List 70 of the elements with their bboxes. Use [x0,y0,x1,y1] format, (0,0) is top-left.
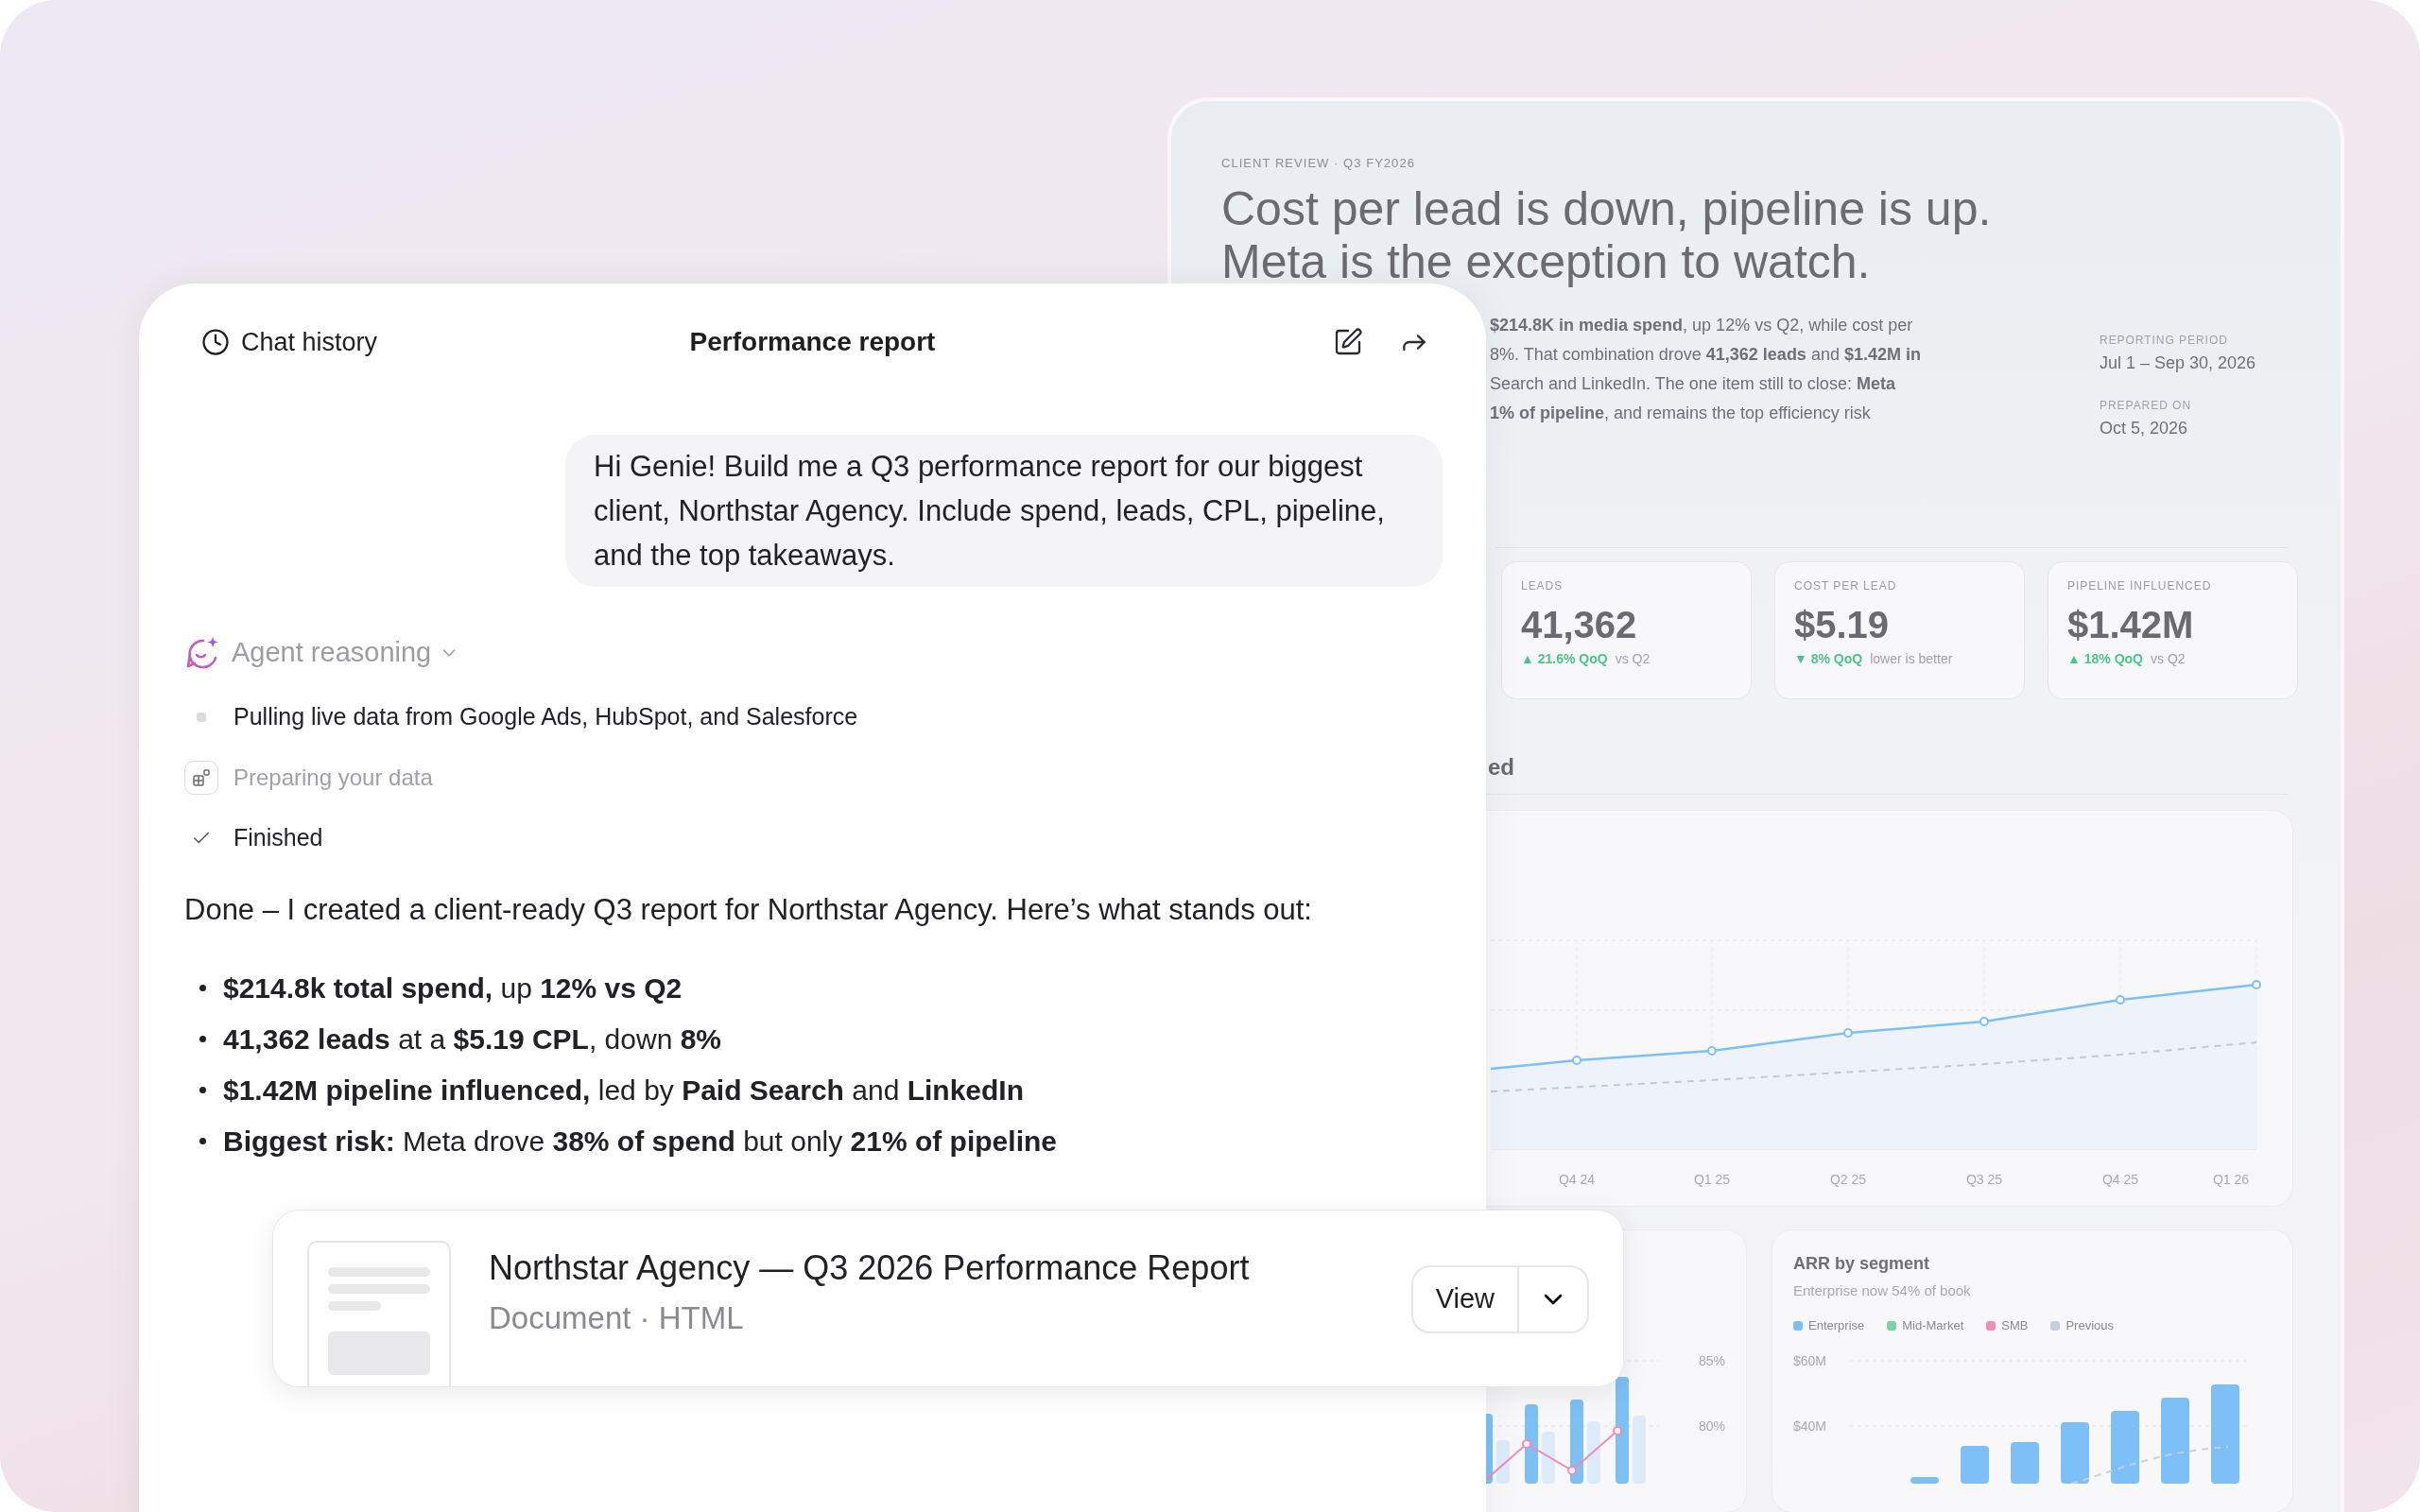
chart-point [1707,1045,1717,1056]
report-headline: Cost per lead is down, pipeline is up. [1221,181,1993,235]
stat-value: 41,362 [1521,602,1638,647]
view-button[interactable]: View [1412,1267,1519,1332]
axis-tick-label: Q4 24 [1558,1170,1596,1189]
legend-label: Mid-Market [1902,1317,1964,1334]
report-headline: Meta is the exception to watch. [1221,234,1872,288]
chart-point [2116,994,2125,1005]
chart-point [1979,1016,1989,1026]
meta-label: PREPARED ON [2100,397,2193,414]
reply-text: Done – I created a client-ready Q3 report for Northstar Agency. Here’s what stands out: [183,891,1313,928]
chat-title: Performance report [689,326,936,358]
stat-note: lower is better [1870,649,1953,668]
stat-delta: ▲ 18% QoQ [2067,649,2143,668]
bullet-text: $214.8k total spend, up 12% vs Q2 [223,971,683,1005]
summary-text: 8%. That combination drove 41,362 leads and $1.42M in [1490,343,1922,366]
edit-icon[interactable] [1333,327,1363,357]
meta-label: REPORTING PERIOD [2100,332,2229,349]
reasoning-step: Finished [233,819,323,856]
bullet-text: Biggest risk: Meta drove 38% of spend but only 21% of pipeline [223,1125,1057,1159]
stat-note: vs Q2 [2151,649,2186,668]
grid-icon [184,760,218,795]
summary-text: $214.8K in media spend, up 12% vs Q2, while cost per [1490,314,1914,336]
chart-point [1843,1027,1853,1038]
summary-text: Search and LinkedIn. The one item still to close: Meta [1490,372,1896,395]
report-eyebrow: CLIENT REVIEW · Q3 FY2026 [1221,155,1416,172]
chart-bar [1961,1445,1989,1484]
meta-value: Oct 5, 2026 [2100,417,2189,439]
artifact-title: Northstar Agency — Q3 2026 Performance Report [489,1247,1250,1289]
stat-delta: ▲ 21.6% QoQ [1521,649,1608,668]
artifact-subtitle: Document · HTML [489,1299,745,1337]
chart-point [2252,979,2261,989]
chat-history-button[interactable]: Chat history [182,322,378,362]
legend-label: Previous [2066,1317,2114,1334]
reasoning-step: Preparing your data [233,760,433,795]
axis-tick-label: Q4 25 [2101,1170,2139,1189]
section-heading: ed [1488,753,1515,781]
axis-tick-label: $60M [1793,1352,1827,1368]
bullet-text: 41,362 leads at a $5.19 CPL, down 8% [223,1022,722,1057]
chart-bar [1587,1420,1600,1484]
axis-tick-label: Q3 25 [1965,1170,2003,1189]
chart-bar [2011,1441,2039,1484]
meta-value: Jul 1 – Sep 30, 2026 [2100,352,2256,374]
chart-title: ARR by segment [1793,1252,1931,1275]
axis-tick-label: 85% [1699,1352,1726,1368]
summary-text: 1% of pipeline, and remains the top efficiency risk [1490,402,1872,424]
chart-bar [2061,1421,2089,1484]
legend-label: SMB [2001,1317,2029,1334]
user-message: Hi Genie! Build me a Q3 performance report for our biggest client, Northstar Agency. Include spend, leads, CPL, pipeline, and the top takeaways. [565,435,1443,587]
reasoning-step: Pulling live data from Google Ads, HubSpot, and Salesforce [233,698,858,735]
stat-delta: ▼ 8% QoQ [1794,649,1863,668]
stat-note: vs Q2 [1615,649,1651,668]
chart-bar [1496,1439,1510,1484]
stat-label: COST PER LEAD [1794,577,1898,594]
axis-tick-label: Q2 25 [1829,1170,1867,1189]
axis-tick-label: 80% [1699,1418,1726,1434]
legend-label: Enterprise [1808,1317,1865,1334]
stat-label: LEADS [1521,577,1564,594]
bullet-text: $1.42M pipeline influenced, led by Paid Search and LinkedIn [223,1074,1024,1108]
stat-label: PIPELINE INFLUENCED [2067,577,2213,594]
chart-point [1572,1055,1582,1065]
axis-tick-label: $40M [1793,1418,1827,1434]
axis-tick-label: Q1 26 [2212,1170,2250,1189]
chart-bar [1910,1476,1939,1484]
stat-value: $1.42M [2067,602,2195,647]
chart-bar [1542,1431,1555,1484]
axis-tick-label: Q1 25 [1693,1170,1731,1189]
clock-icon [201,328,230,356]
chart-subtitle: Enterprise now 54% of book [1793,1280,1972,1300]
stat-value: $5.19 [1794,602,1891,647]
